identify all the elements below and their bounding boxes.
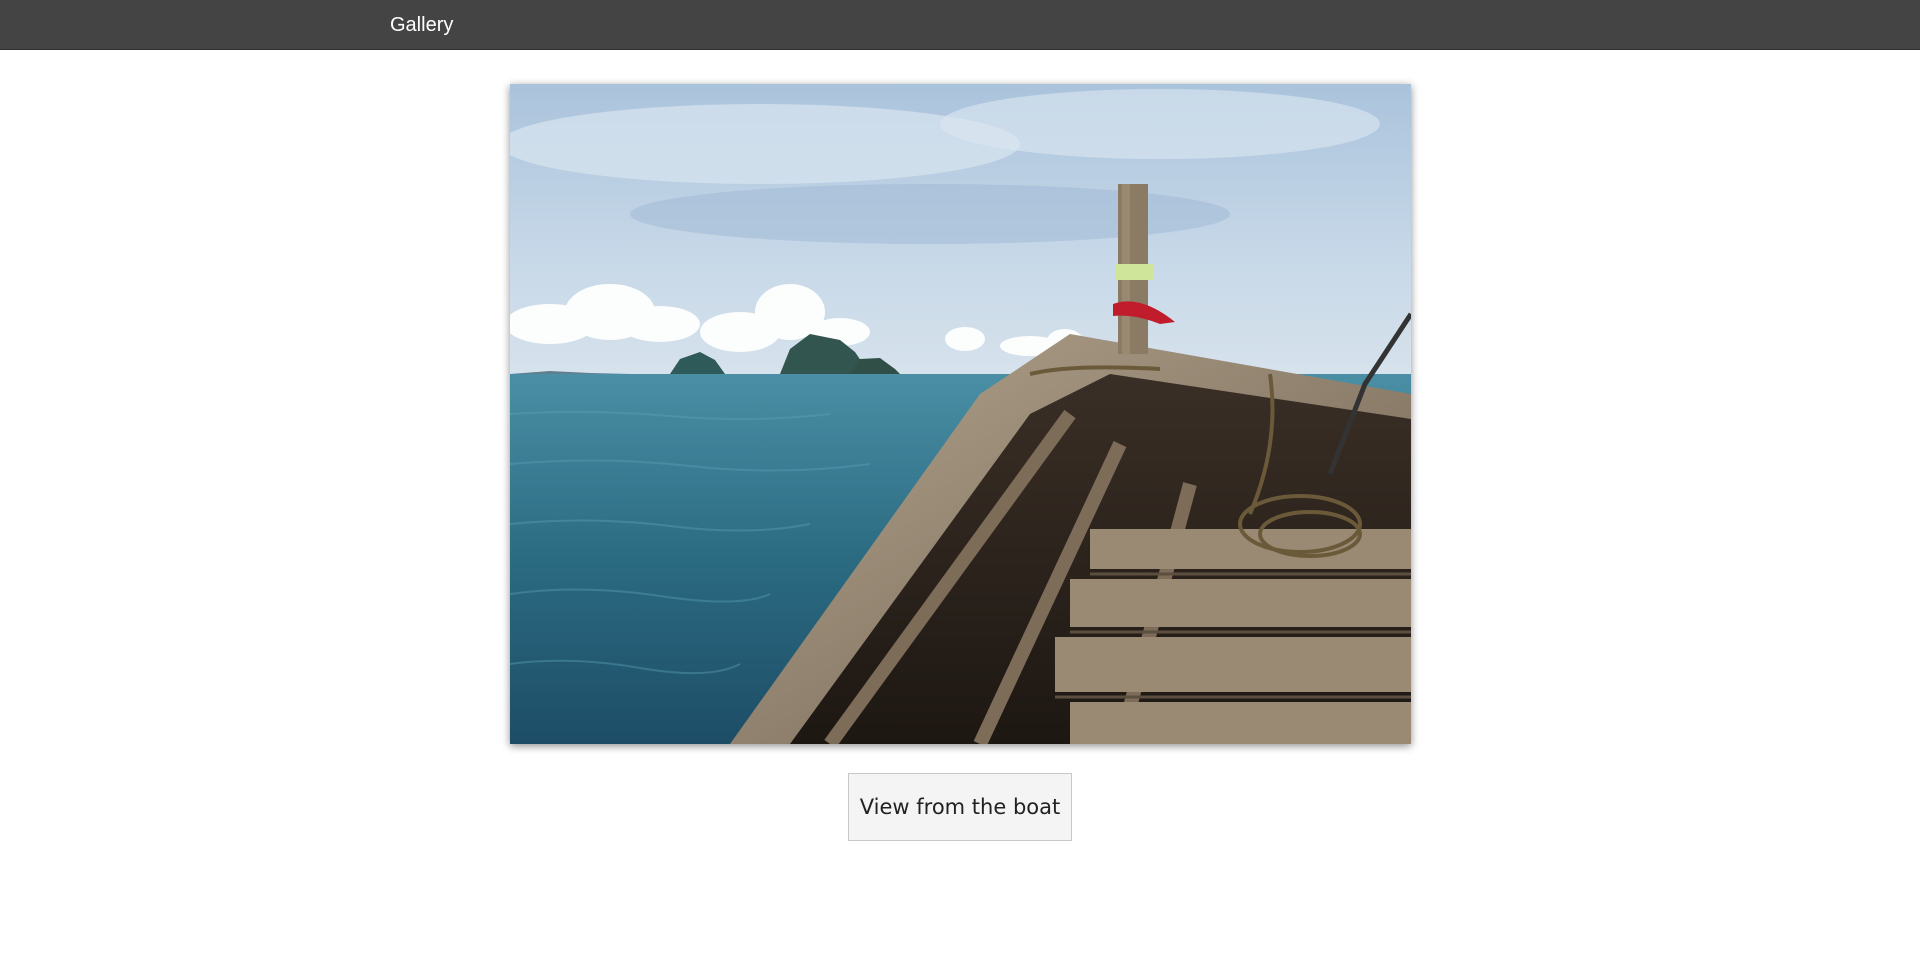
gallery-brand-link[interactable]: Gallery [390, 13, 453, 37]
photo-caption-button[interactable]: View from the boat [848, 773, 1072, 841]
gallery-photo[interactable] [510, 84, 1411, 744]
top-navbar: Gallery [0, 0, 1920, 50]
boat-photo-image [510, 84, 1411, 744]
